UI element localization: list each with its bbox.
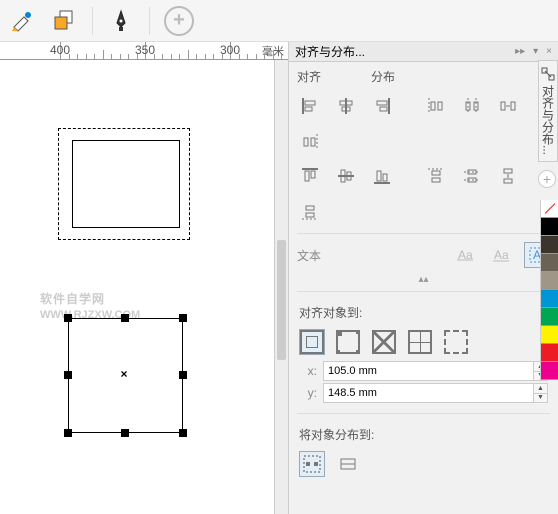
distribute-center-v-icon[interactable] bbox=[459, 163, 485, 189]
selection-handle[interactable] bbox=[179, 314, 187, 322]
panel-close-icon[interactable]: × bbox=[546, 46, 552, 57]
color-swatch[interactable] bbox=[541, 308, 558, 326]
align-icons-row-2 bbox=[289, 159, 558, 229]
pen-tool-icon[interactable] bbox=[107, 7, 135, 35]
ruler-tick-label: 300 bbox=[220, 43, 240, 57]
panel-title-text: 对齐与分布... bbox=[295, 43, 365, 60]
align-to-page-edge-icon[interactable] bbox=[335, 329, 361, 355]
distribute-to-page-icon[interactable] bbox=[335, 451, 361, 477]
canvas-scrollbar[interactable] bbox=[274, 60, 288, 514]
selection-handle[interactable] bbox=[64, 371, 72, 379]
tab-distribute[interactable]: 分布 bbox=[371, 68, 395, 89]
panel-titlebar[interactable]: 对齐与分布... ▸▸ ▾ × bbox=[289, 42, 558, 62]
color-swatch[interactable] bbox=[541, 218, 558, 236]
svg-text:Aa: Aa bbox=[494, 248, 509, 262]
distribute-bottom-icon[interactable] bbox=[297, 199, 323, 225]
selection-handle[interactable] bbox=[121, 429, 129, 437]
selection-handle[interactable] bbox=[121, 314, 129, 322]
scrollbar-thumb[interactable] bbox=[277, 240, 286, 360]
text-baseline-icon[interactable]: Aa bbox=[452, 242, 478, 268]
ruler-tick-label: 350 bbox=[135, 43, 155, 57]
y-coordinate-input[interactable] bbox=[323, 383, 534, 403]
toolbar-separator bbox=[149, 7, 150, 35]
text-baseline2-icon[interactable]: Aa bbox=[488, 242, 514, 268]
align-distribute-panel: 对齐与分布... ▸▸ ▾ × 对齐 分布 bbox=[288, 42, 558, 514]
toolbar-separator bbox=[92, 7, 93, 35]
distribute-spacing-v-icon[interactable] bbox=[495, 163, 521, 189]
canvas-area[interactable]: 软件自学网 WWW.RJZXW.COM × bbox=[0, 60, 288, 514]
ruler-tick-label: 400 bbox=[50, 43, 70, 57]
align-right-icon[interactable] bbox=[369, 93, 395, 119]
selection-handle[interactable] bbox=[179, 429, 187, 437]
docked-panel-tab[interactable]: 对齐与分布... bbox=[538, 60, 558, 162]
panel-collapse-icon[interactable]: ▸▸ bbox=[515, 46, 525, 57]
color-swatch[interactable] bbox=[541, 254, 558, 272]
panel-menu-icon[interactable]: ▾ bbox=[533, 46, 538, 57]
tab-align[interactable]: 对齐 bbox=[297, 68, 321, 89]
align-to-grid-icon[interactable] bbox=[407, 329, 433, 355]
canvas[interactable]: 毫米 400350300 软件自学网 WWW.RJZXW.COM × bbox=[0, 42, 288, 514]
selection-center-icon[interactable]: × bbox=[119, 369, 129, 379]
align-to-page-center-icon[interactable] bbox=[371, 329, 397, 355]
distribute-center-h-icon[interactable] bbox=[459, 93, 485, 119]
color-swatch[interactable] bbox=[541, 236, 558, 254]
align-to-label: 对齐对象到: bbox=[299, 300, 548, 325]
align-top-icon[interactable] bbox=[297, 163, 323, 189]
y-label: y: bbox=[299, 386, 323, 400]
interactive-fill-icon[interactable] bbox=[8, 7, 36, 35]
add-tool-button[interactable]: + bbox=[164, 6, 194, 36]
align-to-objects-icon[interactable] bbox=[299, 329, 325, 355]
color-swatch[interactable] bbox=[541, 290, 558, 308]
x-coordinate-input[interactable] bbox=[323, 361, 534, 381]
rectangle-object[interactable] bbox=[72, 140, 180, 228]
distribute-right-icon[interactable] bbox=[297, 129, 323, 155]
section-collapse-icon[interactable]: ▴▴ bbox=[289, 272, 558, 287]
distribute-to-selection-icon[interactable] bbox=[299, 451, 325, 477]
color-swatch[interactable] bbox=[541, 326, 558, 344]
panel-tabs: 对齐 分布 bbox=[289, 62, 558, 89]
top-toolbar: + bbox=[0, 0, 558, 42]
horizontal-ruler[interactable]: 毫米 400350300 bbox=[0, 42, 288, 60]
text-section-label: 文本 bbox=[297, 247, 321, 264]
align-to-point-icon[interactable] bbox=[443, 329, 469, 355]
color-swatch[interactable] bbox=[541, 272, 558, 290]
align-left-icon[interactable] bbox=[297, 93, 323, 119]
color-palette bbox=[540, 200, 558, 380]
y-spinner[interactable]: ▲▼ bbox=[534, 383, 548, 403]
selection-handle[interactable] bbox=[64, 314, 72, 322]
selection-handle[interactable] bbox=[64, 429, 72, 437]
color-swatch[interactable] bbox=[541, 200, 558, 218]
x-label: x: bbox=[299, 364, 323, 378]
distribute-left-icon[interactable] bbox=[423, 93, 449, 119]
selection-handle[interactable] bbox=[179, 371, 187, 379]
align-icons-row bbox=[289, 89, 558, 159]
distribute-spacing-h-icon[interactable] bbox=[495, 93, 521, 119]
align-center-v-icon[interactable] bbox=[333, 163, 359, 189]
align-center-h-icon[interactable] bbox=[333, 93, 359, 119]
smart-fill-icon[interactable] bbox=[50, 7, 78, 35]
color-swatch[interactable] bbox=[541, 344, 558, 362]
distribute-to-label: 将对象分布到: bbox=[299, 422, 548, 447]
color-swatch[interactable] bbox=[541, 362, 558, 380]
expand-panel-button[interactable]: + bbox=[538, 170, 556, 188]
align-bottom-icon[interactable] bbox=[369, 163, 395, 189]
distribute-top-icon[interactable] bbox=[423, 163, 449, 189]
